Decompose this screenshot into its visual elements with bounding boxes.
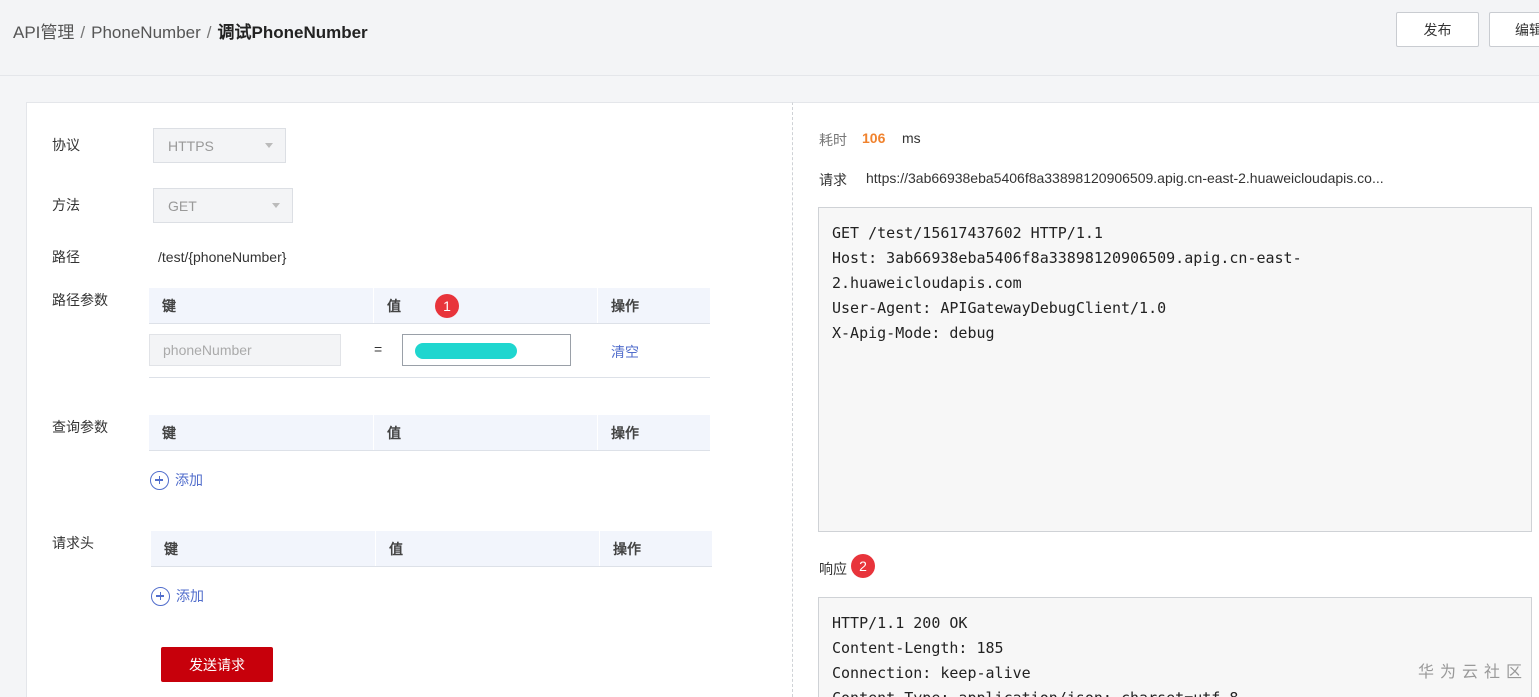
method-select[interactable]: GET (153, 188, 293, 223)
path-params-label: 路径参数 (52, 292, 108, 308)
step-badge-1: 1 (435, 294, 459, 318)
plus-circle-icon (151, 586, 170, 606)
protocol-select[interactable]: HTTPS (153, 128, 286, 163)
query-params-header: 键 值 操作 (149, 415, 710, 451)
protocol-value: HTTPS (168, 137, 214, 154)
request-label: 请求 (819, 172, 847, 188)
path-param-key-input: phoneNumber (149, 334, 341, 366)
response-body: HTTP/1.1 200 OK Content-Length: 185 Conn… (818, 597, 1532, 697)
plus-circle-icon (150, 470, 169, 490)
publish-button[interactable]: 发布 (1396, 12, 1479, 47)
equals-sign: = (374, 341, 383, 357)
request-body: GET /test/15617437602 HTTP/1.1 Host: 3ab… (818, 207, 1532, 532)
query-params-label: 查询参数 (52, 419, 108, 435)
breadcrumb: API管理 / PhoneNumber / 调试PhoneNumber (13, 18, 368, 43)
step-badge-2: 2 (851, 554, 875, 578)
col-key: 键 (149, 288, 374, 323)
send-request-button[interactable]: 发送请求 (161, 647, 273, 682)
time-label: 耗时 (819, 132, 847, 148)
col-action: 操作 (611, 424, 639, 441)
add-query-param-button[interactable]: 添加 (150, 470, 203, 490)
redacted-value (415, 343, 517, 359)
col-key: 键 (149, 415, 374, 450)
response-label: 响应 (819, 561, 847, 577)
method-value: GET (168, 197, 197, 214)
chevron-down-icon (265, 143, 273, 148)
path-value: /test/{phoneNumber} (158, 249, 287, 265)
headers-header: 键 值 操作 (151, 531, 712, 567)
time-value: 106 (862, 130, 886, 146)
col-value: 值 (374, 288, 598, 323)
add-label: 添加 (175, 472, 203, 488)
edit-button[interactable]: 编辑 (1489, 12, 1539, 47)
path-label: 路径 (52, 249, 80, 265)
clear-button[interactable]: 清空 (611, 342, 639, 362)
request-form-panel (26, 102, 792, 697)
watermark: 华为云社区 (1417, 664, 1528, 681)
breadcrumb-root[interactable]: API管理 (13, 23, 74, 42)
breadcrumb-api[interactable]: PhoneNumber (91, 23, 201, 42)
col-value: 值 (376, 531, 600, 566)
breadcrumb-current: 调试PhoneNumber (217, 23, 368, 42)
col-action: 操作 (611, 297, 639, 314)
add-header-button[interactable]: 添加 (151, 586, 204, 606)
method-label: 方法 (52, 197, 80, 213)
headers-label: 请求头 (52, 535, 94, 551)
add-label: 添加 (176, 588, 204, 604)
breadcrumb-separator: / (206, 23, 212, 42)
protocol-label: 协议 (52, 137, 80, 153)
breadcrumb-separator: / (80, 23, 86, 42)
chevron-down-icon (272, 203, 280, 208)
row-divider (149, 377, 710, 378)
time-unit: ms (902, 130, 921, 146)
col-action: 操作 (613, 540, 641, 557)
col-key: 键 (151, 531, 376, 566)
path-params-header: 键 值 操作 (149, 288, 710, 324)
col-value: 值 (374, 415, 598, 450)
request-url: https://3ab66938eba5406f8a33898120906509… (866, 170, 1384, 186)
path-param-value-input[interactable] (402, 334, 571, 366)
top-bar: API管理 / PhoneNumber / 调试PhoneNumber 发布 编辑 (0, 0, 1539, 76)
